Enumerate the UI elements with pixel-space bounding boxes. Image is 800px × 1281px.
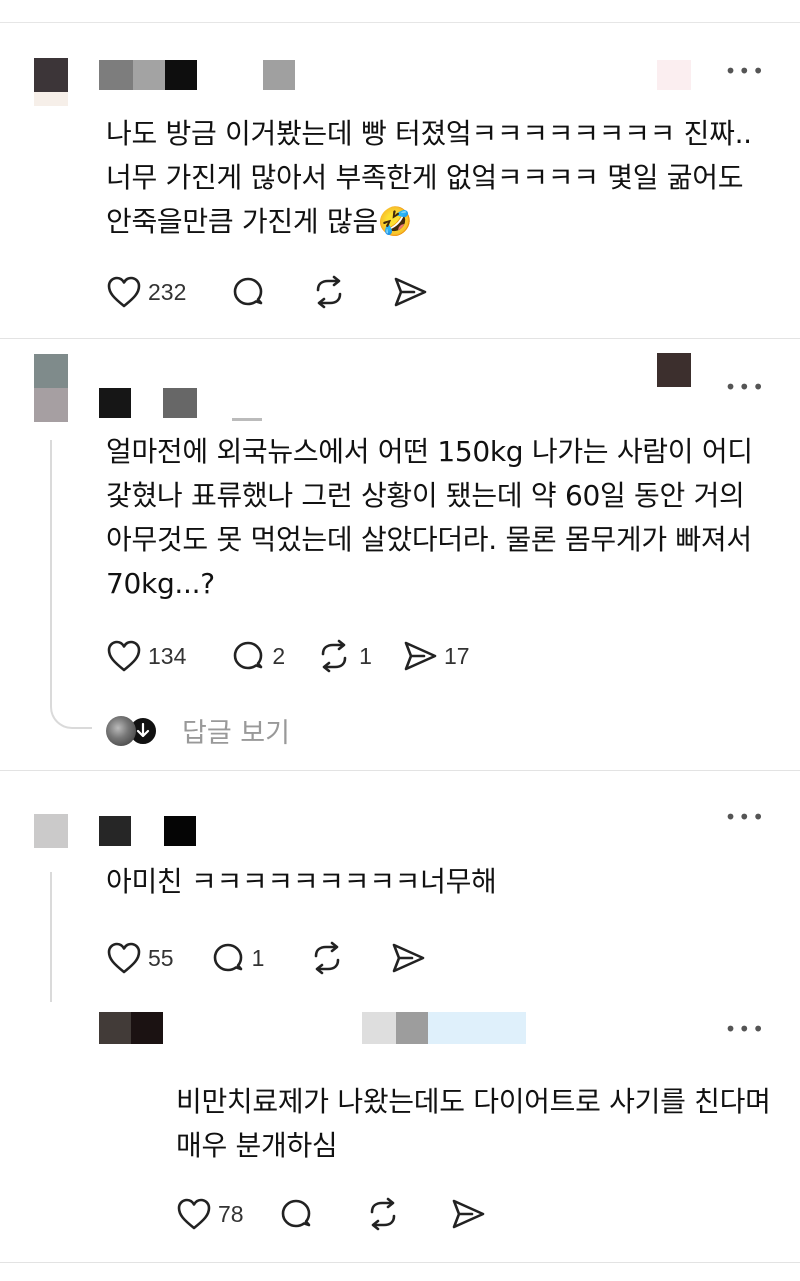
comment-count: 2 bbox=[272, 642, 286, 669]
more-icon[interactable]: ••• bbox=[725, 807, 766, 827]
repost-icon bbox=[308, 940, 346, 976]
avatar[interactable] bbox=[34, 354, 68, 422]
post-divider bbox=[0, 1262, 800, 1263]
comment-icon bbox=[230, 274, 266, 310]
action-bar: 55 1 bbox=[106, 938, 470, 978]
reply-avatar bbox=[106, 715, 136, 746]
share-icon bbox=[390, 941, 426, 975]
avatar[interactable] bbox=[99, 1012, 163, 1044]
share-icon bbox=[402, 639, 438, 673]
thread-curve bbox=[50, 695, 92, 729]
post-divider bbox=[0, 338, 800, 339]
action-bar: 134 2 1 17 bbox=[106, 636, 514, 676]
repost-button[interactable] bbox=[308, 940, 346, 976]
like-button[interactable]: 55 bbox=[106, 941, 174, 975]
like-button[interactable]: 78 bbox=[176, 1197, 244, 1231]
post-text: 비만치료제가 나왔는데도 다이어트로 사기를 친다며 매우 분개하심 bbox=[176, 1085, 771, 1162]
heart-icon bbox=[106, 275, 142, 309]
thread-line bbox=[50, 872, 52, 1002]
heart-icon bbox=[176, 1197, 212, 1231]
post-divider bbox=[0, 770, 800, 771]
post-text: 아미친 ㅋㅋㅋㅋㅋㅋㅋㅋㅋ너무해 bbox=[106, 865, 497, 898]
action-bar: 232 bbox=[106, 272, 472, 312]
like-count: 134 bbox=[148, 642, 187, 669]
repost-button[interactable]: 1 bbox=[315, 638, 372, 674]
comment-icon bbox=[210, 940, 246, 976]
view-replies-button[interactable]: 답글 보기 bbox=[106, 711, 290, 750]
more-icon[interactable]: ••• bbox=[725, 377, 766, 397]
heart-icon bbox=[106, 639, 142, 673]
repost-count: 1 bbox=[359, 642, 372, 669]
view-replies-label: 답글 보기 bbox=[182, 718, 290, 749]
share-button[interactable] bbox=[450, 1197, 486, 1231]
comment-button[interactable] bbox=[278, 1196, 314, 1232]
comment-button[interactable]: 1 bbox=[210, 940, 265, 976]
avatar[interactable] bbox=[34, 814, 68, 848]
share-icon bbox=[392, 275, 428, 309]
action-bar: 78 bbox=[176, 1194, 530, 1234]
repost-button[interactable] bbox=[310, 274, 348, 310]
post-text: 얼마전에 외국뉴스에서 어떤 150kg 나가는 사람이 어디 갗혔나 표류했나… bbox=[106, 435, 753, 600]
comment-button[interactable]: 2 bbox=[230, 638, 285, 674]
comment-button[interactable] bbox=[230, 274, 266, 310]
like-count: 232 bbox=[148, 278, 187, 305]
top-divider bbox=[0, 22, 800, 23]
share-icon bbox=[450, 1197, 486, 1231]
repost-button[interactable] bbox=[364, 1196, 402, 1232]
more-icon[interactable]: ••• bbox=[725, 61, 766, 81]
thread-line bbox=[50, 440, 52, 702]
comment-icon bbox=[278, 1196, 314, 1232]
repost-icon bbox=[364, 1196, 402, 1232]
share-button[interactable] bbox=[390, 941, 426, 975]
repost-icon bbox=[310, 274, 348, 310]
post-text: 나도 방금 이거봤는데 빵 터졌엌ㅋㅋㅋㅋㅋㅋㅋㅋ 진짜.. 너무 가진게 많아… bbox=[106, 117, 752, 238]
like-button[interactable]: 232 bbox=[106, 275, 186, 309]
like-button[interactable]: 134 bbox=[106, 639, 186, 673]
share-button[interactable]: 17 bbox=[402, 639, 470, 673]
share-button[interactable] bbox=[392, 275, 428, 309]
comment-count: 1 bbox=[251, 944, 265, 971]
repost-icon bbox=[315, 638, 353, 674]
more-icon[interactable]: ••• bbox=[725, 1019, 766, 1039]
comment-icon bbox=[230, 638, 266, 674]
like-count: 78 bbox=[218, 1200, 244, 1227]
share-count: 17 bbox=[443, 642, 470, 669]
heart-icon bbox=[106, 941, 142, 975]
like-count: 55 bbox=[148, 944, 174, 971]
avatar[interactable] bbox=[34, 58, 68, 106]
